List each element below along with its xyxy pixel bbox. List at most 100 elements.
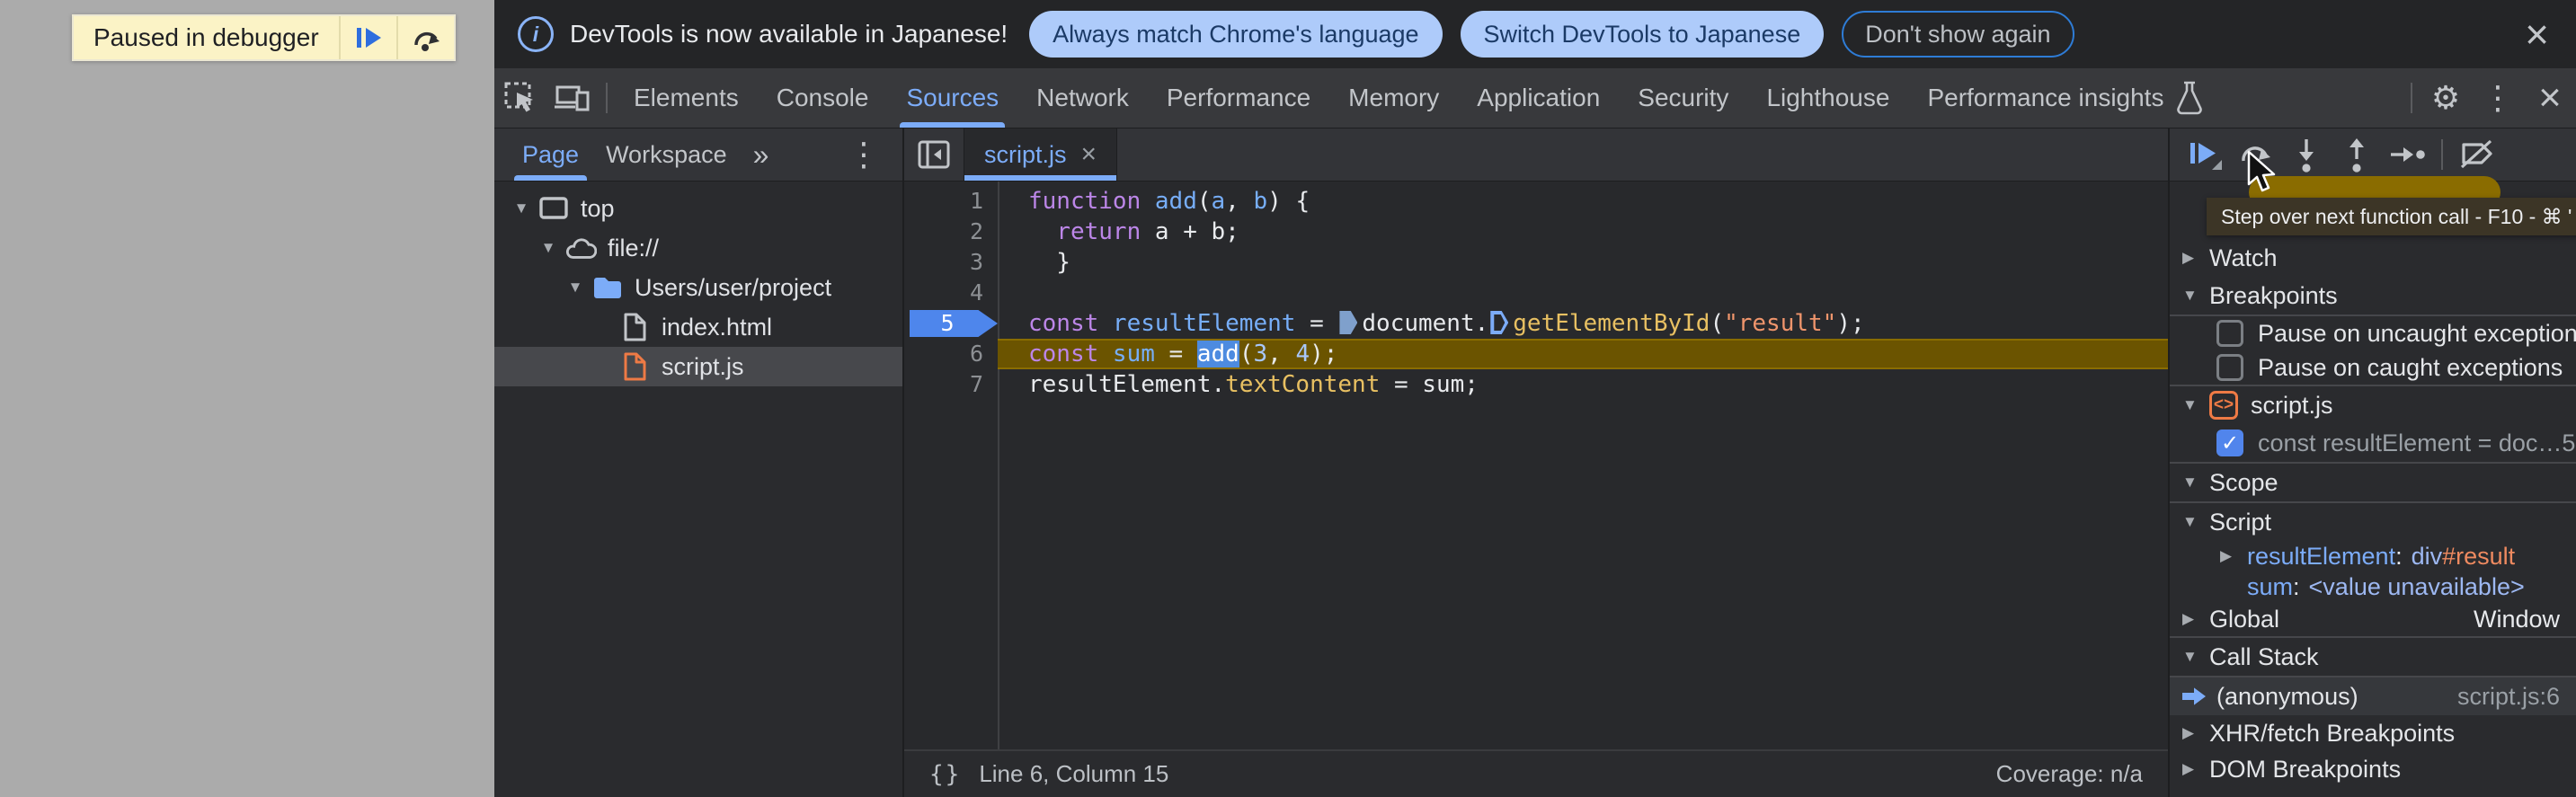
- resume-button[interactable]: [2182, 131, 2229, 178]
- panel-row-script[interactable]: ▼ Script: [2170, 503, 2576, 541]
- call-frame-label: (anonymous): [2216, 682, 2358, 710]
- settings-button[interactable]: ⚙: [2420, 68, 2472, 128]
- step-out-button[interactable]: [2333, 131, 2380, 178]
- expand-arrow[interactable]: ▼: [2182, 396, 2209, 414]
- expand-arrow[interactable]: ▼: [2182, 474, 2209, 491]
- inline-breakpoint-marker-filled[interactable]: [1339, 311, 1358, 334]
- kebab-icon: ⋮: [848, 136, 880, 173]
- panel-row-anonymous[interactable]: (anonymous) script.js:6: [2170, 677, 2576, 715]
- step-button[interactable]: [2384, 131, 2430, 178]
- step-into-button[interactable]: [2283, 131, 2330, 178]
- collapse-sidebar-button[interactable]: [904, 128, 964, 181]
- expand-arrow[interactable]: ▶: [2182, 610, 2209, 628]
- panel-row-global[interactable]: ▶ Global Window: [2170, 602, 2576, 636]
- deactivate-breakpoints-button[interactable]: [2454, 131, 2500, 178]
- checkbox-unchecked[interactable]: [2216, 320, 2243, 347]
- line-number-5[interactable]: 5: [904, 308, 998, 339]
- line-number-1[interactable]: 1: [904, 186, 998, 217]
- editor-status-bar: {} Line 6, Column 15 Coverage: n/a: [904, 749, 2168, 797]
- expand-arrow[interactable]: ▶: [2182, 249, 2209, 267]
- tab-security[interactable]: Security: [1619, 68, 1747, 128]
- code-editor[interactable]: 1 function add(a, b) {2 return a + b; 3 } 4…: [904, 182, 2168, 749]
- token-pl: }: [1028, 249, 1070, 276]
- panel-row-call-stack[interactable]: ▼ Call Stack: [2170, 638, 2576, 676]
- code-line-7[interactable]: 7 resultElement.textContent = sum;: [904, 369, 2168, 400]
- tab-network[interactable]: Network: [1017, 68, 1148, 128]
- tab-memory[interactable]: Memory: [1329, 68, 1458, 128]
- expand-arrow[interactable]: ▼: [561, 279, 590, 297]
- expand-arrow[interactable]: ▼: [507, 199, 536, 217]
- panel-row-pause-on-caught-exceptions[interactable]: Pause on caught exceptions: [2170, 350, 2576, 385]
- line-number-6[interactable]: 6: [904, 339, 998, 369]
- code-line-1[interactable]: 1 function add(a, b) {: [904, 186, 2168, 217]
- tab-elements[interactable]: Elements: [615, 68, 758, 128]
- panel-row-script-js[interactable]: ▼ <> script.js: [2170, 386, 2576, 424]
- expand-arrow[interactable]: ▶: [2182, 724, 2209, 742]
- tree-item-script-js[interactable]: script.js: [494, 347, 902, 386]
- tab-console[interactable]: Console: [758, 68, 888, 128]
- tab-sources[interactable]: Sources: [887, 68, 1017, 128]
- panel-row-breakpoints[interactable]: ▼ Breakpoints: [2170, 277, 2576, 314]
- banner-step-over-button[interactable]: [395, 16, 454, 59]
- pretty-print-icon[interactable]: {}: [929, 761, 961, 788]
- tab-label: Application: [1477, 84, 1601, 111]
- navigator-menu-button[interactable]: ⋮: [838, 128, 890, 181]
- tree-item-users-user-project[interactable]: ▼ Users/user/project: [494, 268, 902, 307]
- banner-resume-button[interactable]: [338, 16, 396, 59]
- code-line-6[interactable]: 6 const sum = add(3, 4);: [904, 339, 2168, 369]
- tree-item-top[interactable]: ▼ top: [494, 189, 902, 228]
- don-t-show-again-button[interactable]: Don't show again: [1842, 11, 2074, 58]
- panel-row-pause-on-uncaught-exceptions[interactable]: Pause on uncaught exceptions: [2170, 316, 2576, 350]
- more-options-button[interactable]: ⋮: [2472, 68, 2524, 128]
- inspect-icon: [502, 80, 538, 116]
- close-devtools-button[interactable]: ×: [2524, 68, 2576, 128]
- inline-breakpoint-marker-outline[interactable]: [1490, 311, 1509, 334]
- panel-row-sum[interactable]: sum: <value unavailable>: [2170, 571, 2576, 602]
- panel-row-dom-breakpoints[interactable]: ▶ DOM Breakpoints: [2170, 751, 2576, 787]
- inspect-element-button[interactable]: [494, 68, 546, 128]
- gear-icon: ⚙: [2430, 79, 2461, 116]
- panel-row-xhr-fetch-breakpoints[interactable]: ▶ XHR/fetch Breakpoints: [2170, 715, 2576, 751]
- more-tabs-icon[interactable]: »: [741, 138, 782, 172]
- switch-devtools-to-japanese-button[interactable]: Switch DevTools to Japanese: [1460, 11, 1825, 58]
- checkbox-checked[interactable]: ✓: [2216, 429, 2243, 456]
- checkbox-unchecked[interactable]: [2216, 354, 2243, 381]
- code-line-2[interactable]: 2 return a + b;: [904, 217, 2168, 247]
- tree-item-file[interactable]: ▼ file://: [494, 228, 902, 268]
- editor-tab-scriptjs[interactable]: script.js ×: [964, 128, 1118, 181]
- notification-close-icon[interactable]: ×: [2521, 13, 2553, 55]
- tab-close-icon[interactable]: ×: [1081, 141, 1097, 168]
- line-number-3[interactable]: 3: [904, 247, 998, 278]
- expand-arrow[interactable]: ▼: [2182, 648, 2209, 666]
- navigator-tab-workspace[interactable]: Workspace: [592, 128, 741, 181]
- step-over-button[interactable]: [2233, 131, 2279, 178]
- panel-row-scope[interactable]: ▼ Scope: [2170, 464, 2576, 501]
- expand-arrow[interactable]: ▼: [2182, 513, 2209, 531]
- tab-application[interactable]: Application: [1458, 68, 1619, 128]
- always-match-chrome-s-language-button[interactable]: Always match Chrome's language: [1029, 11, 1443, 58]
- code-line-5[interactable]: 5 const resultElement = document. getEleme…: [904, 308, 2168, 339]
- panel-row-watch[interactable]: ▶ Watch: [2170, 239, 2576, 277]
- tab-performance-insights[interactable]: Performance insights: [1908, 68, 2224, 128]
- tab-lighthouse[interactable]: Lighthouse: [1747, 68, 1908, 128]
- code-line-4[interactable]: 4: [904, 278, 2168, 308]
- folder-icon: [591, 271, 624, 304]
- code-line-3[interactable]: 3 }: [904, 247, 2168, 278]
- step-over-tooltip: Step over next function call - F10 - ⌘ ': [2207, 198, 2576, 235]
- tab-performance[interactable]: Performance: [1148, 68, 1329, 128]
- line-number-2[interactable]: 2: [904, 217, 998, 247]
- expand-arrow[interactable]: ▶: [2182, 760, 2209, 778]
- line-number-4[interactable]: 4: [904, 278, 998, 308]
- token-kw: const: [1028, 310, 1113, 337]
- panel-row-const-resultelement-doc[interactable]: ✓ const resultElement = doc… 5: [2170, 424, 2576, 462]
- tree-item-index-html[interactable]: index.html: [494, 307, 902, 347]
- expand-arrow[interactable]: ▶: [2220, 547, 2247, 565]
- navigator-tab-page[interactable]: Page: [509, 128, 592, 181]
- expand-arrow[interactable]: ▼: [2182, 287, 2209, 305]
- tab-label: Performance: [1166, 84, 1311, 111]
- device-toolbar-button[interactable]: [546, 68, 599, 128]
- line-number-7[interactable]: 7: [904, 369, 998, 400]
- token-pl: (: [1239, 341, 1254, 368]
- expand-arrow[interactable]: ▼: [534, 239, 563, 257]
- panel-row-resultelement[interactable]: ▶ resultElement: div #result: [2170, 541, 2576, 571]
